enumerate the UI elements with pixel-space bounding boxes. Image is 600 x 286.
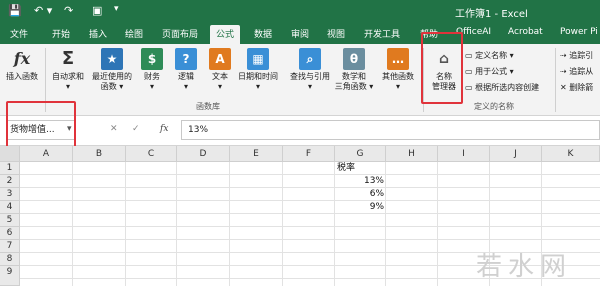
math-trig-button[interactable]: θ 数学和 三角函数 ▾ xyxy=(334,48,374,92)
tab-view[interactable]: 视图 xyxy=(327,27,345,40)
star-icon: ★ xyxy=(101,48,123,70)
window-title: 工作簿1 - Excel xyxy=(455,9,528,20)
customize-toolbar-icon[interactable]: ▾ xyxy=(114,4,119,14)
column-header[interactable]: C xyxy=(126,146,177,162)
select-all-corner[interactable] xyxy=(0,146,20,162)
recent-functions-button[interactable]: ★ 最近使用的 函数 ▾ xyxy=(90,48,134,92)
cancel-icon[interactable]: ✕ xyxy=(110,124,118,134)
column-header[interactable]: B xyxy=(73,146,126,162)
grid-vline xyxy=(385,162,386,286)
calendar-icon: ▦ xyxy=(247,48,269,70)
tab-developer[interactable]: 开发工具 xyxy=(364,27,400,40)
more-functions-button[interactable]: … 其他函数 ▾ xyxy=(376,48,420,92)
grid-vline xyxy=(125,162,126,286)
row-header[interactable]: 2 xyxy=(0,175,20,188)
grid-vline xyxy=(282,162,283,286)
row-header[interactable]: 6 xyxy=(0,227,20,240)
grid-hline xyxy=(20,174,600,175)
logic-icon: ? xyxy=(175,48,197,70)
trace-precedents-button[interactable]: ⇢ 追踪引 xyxy=(560,50,593,61)
cell-g1[interactable]: 税率 xyxy=(337,162,355,175)
tab-power-pivot[interactable]: Power Pi xyxy=(560,27,598,37)
tab-file[interactable]: 文件 xyxy=(10,27,28,40)
column-header[interactable]: H xyxy=(386,146,438,162)
column-header[interactable]: F xyxy=(283,146,335,162)
grid-vline xyxy=(229,162,230,286)
cell-g2[interactable]: 13% xyxy=(335,175,384,188)
group-label-defined-names: 定义的名称 xyxy=(474,102,514,111)
create-from-selection-button[interactable]: ▭ 根据所选内容创建 xyxy=(465,82,539,93)
column-header[interactable]: J xyxy=(490,146,542,162)
insert-function-icon[interactable]: fx xyxy=(160,124,168,134)
camera-icon[interactable]: ▣ xyxy=(92,4,102,17)
group-label-function-library: 函数库 xyxy=(196,102,220,111)
cell-g4[interactable]: 9% xyxy=(335,201,384,214)
sigma-icon: Σ xyxy=(61,48,75,69)
lookup-icon: ⌕ xyxy=(299,48,321,70)
ribbon-separator xyxy=(555,48,556,112)
fx-icon: fx xyxy=(13,49,31,68)
grid-vline xyxy=(72,162,73,286)
save-icon[interactable]: 💾 xyxy=(8,4,22,17)
grid-vline xyxy=(176,162,177,286)
ellipsis-icon: … xyxy=(387,48,409,70)
lookup-reference-button[interactable]: ⌕ 查找与引用 ▾ xyxy=(284,48,336,92)
tab-home[interactable]: 开始 xyxy=(52,27,70,40)
tab-page-layout[interactable]: 页面布局 xyxy=(162,27,198,40)
column-header[interactable]: K xyxy=(542,146,600,162)
tab-data[interactable]: 数据 xyxy=(254,27,272,40)
row-header[interactable]: 1 xyxy=(0,162,20,175)
row-header[interactable]: 4 xyxy=(0,201,20,214)
text-icon: A xyxy=(209,48,231,70)
grid-hline xyxy=(20,213,600,214)
undo-icon[interactable]: ↶ ▾ xyxy=(34,4,52,17)
use-in-formula-button[interactable]: ▭ 用于公式 ▾ xyxy=(465,66,514,77)
financial-button[interactable]: $ 财务 ▾ xyxy=(134,48,170,92)
finance-icon: $ xyxy=(141,48,163,70)
tab-review[interactable]: 审阅 xyxy=(291,27,309,40)
ribbon-tabs: 文件 开始 插入 绘图 页面布局 公式 数据 审阅 视图 开发工具 帮助 Off… xyxy=(0,24,600,44)
tab-draw[interactable]: 绘图 xyxy=(125,27,143,40)
column-header[interactable]: A xyxy=(20,146,73,162)
formula-input[interactable]: 13% xyxy=(181,120,600,140)
column-header[interactable]: I xyxy=(438,146,490,162)
grid-vline xyxy=(437,162,438,286)
row-header[interactable]: 3 xyxy=(0,188,20,201)
cell-g3[interactable]: 6% xyxy=(335,188,384,201)
row-header[interactable]: 8 xyxy=(0,253,20,266)
row-header[interactable]: 5 xyxy=(0,214,20,227)
column-header[interactable]: E xyxy=(230,146,283,162)
logical-button[interactable]: ? 逻辑 ▾ xyxy=(168,48,204,92)
remove-arrows-button[interactable]: ✕ 删除箭 xyxy=(560,82,593,93)
ribbon: fx 插入函数 Σ 自动求和 ▾ ★ 最近使用的 函数 ▾ $ 财务 ▾ ? 逻辑 ▾ … xyxy=(0,32,600,116)
datetime-button[interactable]: ▦ 日期和时间 ▾ xyxy=(232,48,284,92)
theta-icon: θ xyxy=(343,48,365,70)
tab-insert[interactable]: 插入 xyxy=(89,27,107,40)
redo-icon[interactable]: ↷ xyxy=(64,4,73,17)
tab-formulas[interactable]: 公式 xyxy=(210,25,241,44)
watermark-text: 若水网 xyxy=(476,252,573,282)
tab-acrobat[interactable]: Acrobat xyxy=(508,27,543,37)
grid-hline xyxy=(20,187,600,188)
highlight-box-name-manager xyxy=(421,32,463,104)
enter-icon[interactable]: ✓ xyxy=(132,124,140,134)
trace-dependents-button[interactable]: ⇢ 追踪从 xyxy=(560,66,593,77)
grid-hline xyxy=(20,200,600,201)
insert-function-button[interactable]: fx 插入函数 xyxy=(2,48,42,82)
autosum-button[interactable]: Σ 自动求和 ▾ xyxy=(48,48,88,92)
column-header[interactable]: G xyxy=(335,146,386,162)
column-header[interactable]: D xyxy=(177,146,230,162)
grid-hline xyxy=(20,226,600,227)
define-name-button[interactable]: ▭ 定义名称 ▾ xyxy=(465,50,514,61)
row-header[interactable]: 9 xyxy=(0,266,20,286)
title-bar: 💾 ↶ ▾ ↷ ▣ ▾ 工作簿1 - Excel xyxy=(0,0,600,24)
grid-hline xyxy=(20,239,600,240)
row-header[interactable]: 7 xyxy=(0,240,20,253)
formula-bar: 货物增值... ▾ ✕ ✓ fx 13% xyxy=(0,116,600,146)
